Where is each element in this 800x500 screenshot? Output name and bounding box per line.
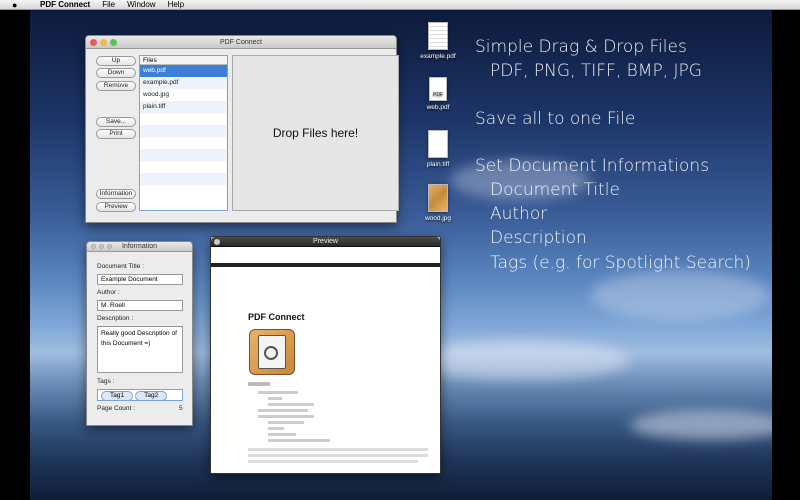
feature-line: PDF, PNG, TIFF, BMP, JPG [490, 61, 702, 81]
file-row[interactable]: example.pdf [140, 77, 227, 89]
remove-button[interactable]: Remove [96, 81, 136, 91]
desktop-icon-example-pdf[interactable]: example.pdf [413, 22, 463, 60]
feature-line: Save all to one File [475, 109, 636, 129]
preview-window: Preview PDF Connect [210, 236, 441, 474]
desktop-icon-label: plain.tiff [426, 161, 450, 168]
preview-doc-heading: PDF Connect [248, 312, 305, 322]
file-row-empty [140, 137, 227, 149]
menu-bar: ● PDF Connect File Window Help [0, 0, 800, 10]
drop-zone[interactable]: Drop Files here! [232, 55, 399, 211]
file-list-header[interactable]: Files [140, 56, 227, 65]
preview-body-placeholder [248, 382, 428, 463]
feature-line: Document Title [490, 180, 620, 200]
file-row-empty [140, 125, 227, 137]
drop-zone-label: Drop Files here! [272, 126, 359, 140]
file-row-empty [140, 173, 227, 185]
page-separator [211, 263, 440, 267]
print-button[interactable]: Print [96, 129, 136, 139]
feature-line: Description [490, 228, 587, 248]
jpg-image-icon [428, 184, 448, 212]
desktop-icon-plain-tiff[interactable]: plain.tiff [413, 130, 463, 168]
author-label: Author : [97, 289, 120, 296]
menu-file[interactable]: File [102, 0, 115, 9]
page-count-label: Page Count : [97, 405, 135, 412]
file-row[interactable]: plain.tiff [140, 101, 227, 113]
information-window-title: Information [121, 243, 158, 250]
description-textarea[interactable]: Really good Description of this Document… [97, 326, 183, 373]
menu-window[interactable]: Window [127, 0, 155, 9]
close-icon[interactable] [214, 239, 220, 245]
desktop-icon-label: web.pdf [426, 104, 450, 111]
desktop-icon-label: wood.jpg [424, 215, 452, 222]
menu-app-name[interactable]: PDF Connect [40, 0, 90, 9]
information-button[interactable]: Information [96, 189, 136, 199]
minimize-button[interactable] [99, 244, 104, 249]
feature-line: Set Document Informations [475, 156, 710, 176]
preview-button[interactable]: Preview [96, 202, 136, 212]
feature-line: Tags (e.g. for Spotlight Search) [490, 253, 751, 273]
file-list[interactable]: Files web.pdf example.pdf wood.jpg plain… [139, 55, 228, 211]
desktop-icon-web-pdf[interactable]: PDF web.pdf [413, 77, 463, 111]
preview-window-titlebar[interactable]: Preview [211, 237, 440, 247]
app-logo-icon [249, 329, 295, 375]
information-window: Information Document Title : Example Doc… [86, 241, 193, 426]
main-window-title: PDF Connect [219, 39, 263, 46]
information-window-titlebar[interactable]: Information [87, 242, 192, 252]
file-row[interactable]: wood.jpg [140, 89, 227, 101]
tiff-image-icon [428, 130, 448, 158]
file-row-empty [140, 149, 227, 161]
menu-help[interactable]: Help [168, 0, 184, 9]
file-row-empty [140, 113, 227, 125]
tags-field[interactable]: Tag1 Tag2 [97, 389, 183, 401]
feature-line: Author [490, 204, 548, 224]
document-title-label: Document Title : [97, 263, 144, 270]
up-button[interactable]: Up [96, 56, 136, 66]
tag-token[interactable]: Tag1 [101, 391, 134, 401]
main-window: PDF Connect Up Down Remove Save... Print… [85, 35, 399, 223]
desktop-icon-wood-jpg[interactable]: wood.jpg [413, 184, 463, 222]
pdf-document-icon: PDF [429, 77, 447, 101]
file-row-empty [140, 161, 227, 173]
page-count-value: 5 [179, 405, 183, 412]
file-row[interactable]: web.pdf [140, 65, 227, 77]
tags-label: Tags : [97, 378, 115, 385]
apple-menu-icon[interactable]: ● [12, 0, 17, 10]
close-button[interactable] [91, 244, 96, 249]
zoom-button[interactable] [110, 39, 117, 46]
desktop-icon-label: example.pdf [420, 53, 456, 60]
description-label: Description : [97, 315, 134, 322]
zoom-button[interactable] [107, 244, 112, 249]
close-button[interactable] [90, 39, 97, 46]
down-button[interactable]: Down [96, 68, 136, 78]
main-window-titlebar[interactable]: PDF Connect [86, 36, 396, 49]
save-button[interactable]: Save... [96, 117, 136, 127]
preview-window-title: Preview [313, 238, 338, 245]
minimize-button[interactable] [100, 39, 107, 46]
document-title-field[interactable]: Example Document [97, 274, 183, 285]
file-row-empty [140, 185, 227, 197]
tag-token[interactable]: Tag2 [135, 391, 168, 401]
pdf-document-icon [428, 22, 448, 50]
author-field[interactable]: M. Roell [97, 300, 183, 311]
feature-line: Simple Drag & Drop Files [475, 37, 687, 57]
